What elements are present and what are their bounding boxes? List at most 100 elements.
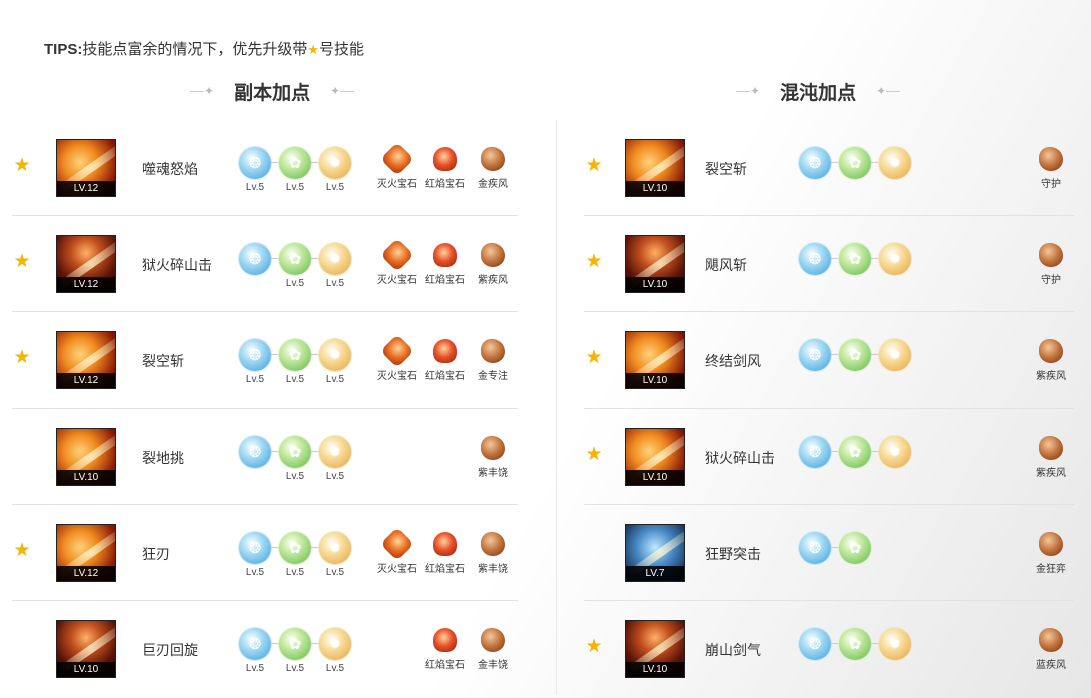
- skill-icon[interactable]: LV.10: [625, 619, 685, 678]
- skill-icon[interactable]: LV.10: [56, 619, 116, 678]
- rune-level: Lv.5: [325, 182, 345, 193]
- gem-icon: [433, 627, 457, 652]
- dungeon-build-title: ✦ 副本加点 ✦: [190, 78, 355, 104]
- gem-item[interactable]: 紫丰饶: [468, 435, 518, 480]
- gem-item[interactable]: 紫疾风: [1026, 435, 1076, 480]
- green-rune-icon[interactable]: ✿ Lv.5: [279, 243, 311, 289]
- skill-level: LV.10: [626, 661, 684, 677]
- gold-rune-icon[interactable]: ✹ Lv.5: [319, 435, 351, 482]
- gold-rune-icon[interactable]: ✹: [879, 339, 911, 372]
- skill-icon[interactable]: LV.10: [56, 427, 116, 486]
- green-rune-icon[interactable]: ✿: [839, 339, 871, 372]
- green-rune-icon[interactable]: ✿ Lv.5: [279, 339, 311, 385]
- blue-rune-icon[interactable]: ❂: [239, 435, 271, 468]
- rune-level: Lv.5: [245, 662, 265, 674]
- rune-connector: [311, 258, 319, 260]
- skill-icon[interactable]: LV.12: [56, 523, 116, 582]
- green-rune-icon[interactable]: ✿: [839, 531, 871, 564]
- blue-rune-icon[interactable]: ❂ Lv.5: [239, 627, 271, 674]
- gold-rune-icon[interactable]: ✹: [879, 627, 911, 660]
- skill-name: 飓风斩: [705, 257, 747, 274]
- gold-rune-icon[interactable]: ✹ Lv.5: [319, 627, 351, 674]
- gem-item[interactable]: 金丰饶: [468, 627, 518, 672]
- skill-level: LV.12: [57, 277, 115, 293]
- green-rune-icon[interactable]: ✿ Lv.5: [279, 147, 311, 193]
- gem-item[interactable]: 守护: [1026, 243, 1076, 287]
- blue-rune-icon[interactable]: ❂ Lv.5: [239, 147, 271, 193]
- skill-row: ★ LV.12 裂空斩 ❂ Lv.5 ✿ Lv.5 ✹ Lv.5 灭火宝石 红焰宝石 金专注: [12, 312, 518, 409]
- green-rune-icon[interactable]: ✿: [839, 243, 871, 276]
- gem-item[interactable]: 金疾风: [468, 147, 518, 191]
- skill-icon[interactable]: LV.10: [625, 235, 685, 294]
- skill-icon[interactable]: LV.12: [56, 235, 116, 294]
- gold-rune-icon[interactable]: ✹: [879, 435, 911, 468]
- gem-name: 金狂弈: [1036, 563, 1066, 575]
- rune-level: Lv.5: [245, 566, 265, 578]
- rune-level: Lv.5: [285, 470, 305, 482]
- blue-rune-icon[interactable]: ❂: [239, 243, 271, 276]
- skill-icon[interactable]: LV.10: [625, 427, 685, 486]
- rune-connector: [831, 162, 839, 163]
- dungeon-skill-list: ★ LV.12 噬魂怒焰 ❂ Lv.5 ✿ Lv.5 ✹ Lv.5 灭火宝石 红焰宝石 金疾风 ★ LV.…: [12, 120, 518, 697]
- green-rune-icon[interactable]: ✿: [839, 147, 871, 179]
- skill-level: LV.10: [57, 469, 115, 485]
- blue-rune-icon[interactable]: ❂: [799, 243, 831, 276]
- skill-icon[interactable]: LV.12: [56, 139, 116, 197]
- star-icon: ★: [307, 42, 320, 57]
- priority-star-icon: ★: [13, 539, 31, 561]
- blue-rune-icon[interactable]: ❂: [799, 531, 831, 564]
- blue-rune-icon[interactable]: ❂: [799, 627, 831, 660]
- priority-star-icon: ★: [585, 155, 603, 176]
- skill-icon[interactable]: LV.10: [625, 331, 685, 390]
- rune-level: Lv.5: [325, 374, 345, 386]
- green-rune-icon[interactable]: ✿: [839, 435, 871, 468]
- green-rune-icon[interactable]: ✿ Lv.5: [279, 627, 311, 674]
- green-rune-icon[interactable]: ✿ Lv.5: [279, 435, 311, 482]
- gold-rune-icon[interactable]: ✹ Lv.5: [319, 531, 351, 578]
- rune-level: Lv.5: [245, 374, 265, 386]
- green-rune-icon[interactable]: ✿: [839, 627, 871, 660]
- skill-level: LV.10: [626, 277, 684, 293]
- gem-icon: [481, 531, 505, 556]
- rune-level: Lv.5: [245, 182, 265, 193]
- gold-rune-icon[interactable]: ✹: [879, 243, 911, 276]
- gold-rune-icon[interactable]: ✹: [879, 147, 911, 179]
- skill-icon[interactable]: LV.12: [56, 331, 116, 390]
- gold-rune-icon[interactable]: ✹ Lv.5: [319, 147, 351, 193]
- skill-row: LV.10 裂地挑 ❂ ✿ Lv.5 ✹ Lv.5 紫丰饶: [12, 409, 518, 505]
- gem-icon: [481, 435, 505, 460]
- gem-icon: [380, 142, 414, 176]
- gem-item[interactable]: 金狂弈: [1026, 531, 1076, 576]
- skill-icon[interactable]: LV.10: [625, 139, 685, 197]
- skill-row: ★ LV.10 终结剑风 ❂ ✿ ✹ 紫疾风: [584, 312, 1076, 409]
- blue-rune-icon[interactable]: ❂ Lv.5: [239, 531, 271, 578]
- blue-rune-icon[interactable]: ❂: [799, 435, 831, 468]
- rune-connector: [871, 162, 879, 163]
- blue-rune-icon[interactable]: ❂ Lv.5: [239, 339, 271, 385]
- blue-rune-icon[interactable]: ❂: [799, 147, 831, 179]
- rune-connector: [311, 450, 319, 452]
- skill-level: LV.10: [57, 661, 115, 677]
- skill-name: 狱火碎山击: [142, 257, 212, 274]
- green-rune-icon[interactable]: ✿ Lv.5: [279, 531, 311, 578]
- gold-rune-icon[interactable]: ✹ Lv.5: [319, 339, 351, 385]
- gem-item[interactable]: 金专注: [468, 339, 518, 383]
- priority-star-icon: ★: [585, 635, 603, 657]
- skill-row: ★ LV.12 噬魂怒焰 ❂ Lv.5 ✿ Lv.5 ✹ Lv.5 灭火宝石 红焰宝石 金疾风: [12, 120, 518, 217]
- gem-item[interactable]: 紫疾风: [1026, 339, 1076, 383]
- rune-connector: [271, 162, 279, 163]
- gem-item[interactable]: 蓝疾风: [1026, 627, 1076, 672]
- gem-item[interactable]: 守护: [1026, 147, 1076, 191]
- skill-level: LV.10: [626, 373, 684, 389]
- gem-item[interactable]: 紫丰饶: [468, 531, 518, 576]
- priority-star-icon: ★: [13, 155, 31, 176]
- tips-label: TIPS:: [44, 41, 83, 58]
- skill-name: 裂空斩: [142, 353, 184, 370]
- title-deco-left-icon: ✦: [190, 84, 214, 98]
- skill-icon[interactable]: LV.7: [625, 523, 685, 582]
- gold-rune-icon[interactable]: ✹ Lv.5: [319, 243, 351, 289]
- gem-icon: [1039, 243, 1063, 268]
- gem-item[interactable]: 紫疾风: [468, 243, 518, 287]
- gem-icon: [380, 238, 414, 273]
- blue-rune-icon[interactable]: ❂: [799, 339, 831, 372]
